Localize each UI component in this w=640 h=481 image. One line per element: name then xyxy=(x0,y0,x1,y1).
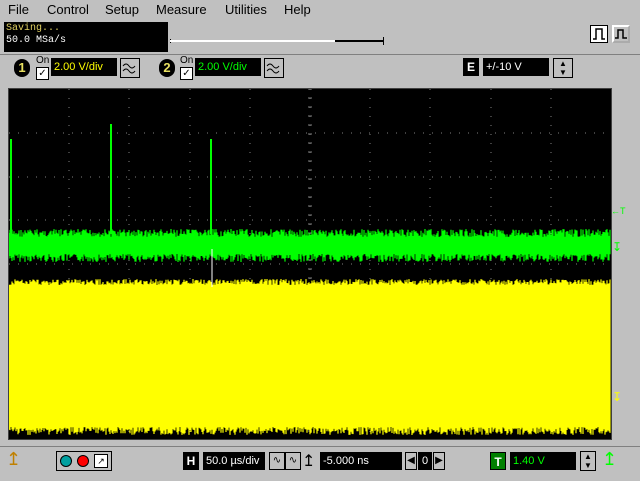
trigger-slope-icon[interactable]: ↥ xyxy=(602,449,617,470)
left-marker-icon[interactable]: ↥ xyxy=(6,449,21,470)
channel-2-coupling-button[interactable] xyxy=(264,58,284,78)
menu-file-label: File xyxy=(8,2,29,17)
channel-2-trace xyxy=(9,229,611,262)
trigger-level[interactable]: 1.40 V xyxy=(510,452,576,470)
timebase-increase-button[interactable]: ∿ xyxy=(285,452,301,470)
external-channel-label[interactable]: E xyxy=(463,58,479,76)
trigger-marker-label: T xyxy=(620,206,626,216)
channel-2-ground-marker[interactable]: ↧ xyxy=(612,240,622,254)
save-progress-end xyxy=(383,37,384,45)
channel-1-coupling-button[interactable] xyxy=(120,58,140,78)
horizontal-label[interactable]: H xyxy=(183,452,199,470)
delay-reference[interactable]: 0 xyxy=(418,452,432,470)
menu-setup-label: Setup xyxy=(105,2,139,17)
channel-2-badge[interactable]: 2 xyxy=(159,59,175,77)
wave-icon xyxy=(266,63,280,74)
channel-2-on-label: On xyxy=(180,55,194,66)
channel-2-on-checkbox[interactable]: ✓ xyxy=(180,67,193,80)
waveform-canvas xyxy=(9,89,611,439)
delay-right-button[interactable]: ▶ xyxy=(433,452,445,470)
save-progress-fill xyxy=(170,40,335,42)
saving-status: Saving... xyxy=(6,23,61,34)
channel-1-vdiv[interactable]: 2.00 V/div xyxy=(51,58,117,76)
channel-1-on-label: On xyxy=(36,55,50,66)
delay-arrow-icon: ↥ xyxy=(302,453,316,470)
menu-help-label: Help xyxy=(284,2,311,17)
menu-help[interactable]: Help xyxy=(284,2,311,17)
menu-measure[interactable]: Measure xyxy=(156,2,207,17)
channel-1-on-checkbox[interactable]: ✓ xyxy=(36,67,49,80)
external-range[interactable]: +/-10 V xyxy=(483,58,549,76)
delay-left-button[interactable]: ◀ xyxy=(405,452,417,470)
run-controls: ↗ xyxy=(56,451,112,471)
menu-setup[interactable]: Setup xyxy=(105,2,139,17)
waveform-display[interactable] xyxy=(8,88,612,440)
pulse-icon-alt xyxy=(615,29,627,39)
run-button[interactable] xyxy=(60,455,72,467)
status-readout: Saving... 50.0 MSa/s xyxy=(4,22,168,52)
trigger-level-spinner[interactable]: ▲ ▼ xyxy=(580,451,596,471)
external-range-spinner[interactable]: ▲ ▼ xyxy=(553,58,573,78)
channel-1-trace xyxy=(9,279,611,435)
pulse-icon xyxy=(593,28,605,40)
channel-2-vdiv[interactable]: 2.00 V/div xyxy=(195,58,261,76)
trigger-level-marker[interactable]: ←T xyxy=(611,206,626,216)
single-button[interactable]: ↗ xyxy=(94,454,108,468)
pulse-button-alt[interactable] xyxy=(612,25,630,43)
menu-measure-label: Measure xyxy=(156,2,207,17)
stop-button[interactable] xyxy=(77,455,89,467)
timebase-decrease-button[interactable]: ∿ xyxy=(269,452,285,470)
menu-bar: File Control Setup Measure Utilities Hel… xyxy=(0,0,640,20)
menu-control-label: Control xyxy=(47,2,89,17)
menu-utilities-label: Utilities xyxy=(225,2,267,17)
menu-utilities[interactable]: Utilities xyxy=(225,2,267,17)
pulse-display-button[interactable] xyxy=(590,25,608,43)
sample-rate: 50.0 MSa/s xyxy=(6,35,67,46)
menu-file[interactable]: File xyxy=(8,2,29,17)
delay-value[interactable]: -5.000 ns xyxy=(320,452,402,470)
menu-control[interactable]: Control xyxy=(47,2,89,17)
channel-1-badge[interactable]: 1 xyxy=(14,59,30,77)
wave-icon xyxy=(122,63,136,74)
trigger-label[interactable]: T xyxy=(490,452,506,470)
channel-1-ground-marker[interactable]: ↧ xyxy=(612,390,622,404)
time-per-div[interactable]: 50.0 µs/div xyxy=(203,452,265,470)
